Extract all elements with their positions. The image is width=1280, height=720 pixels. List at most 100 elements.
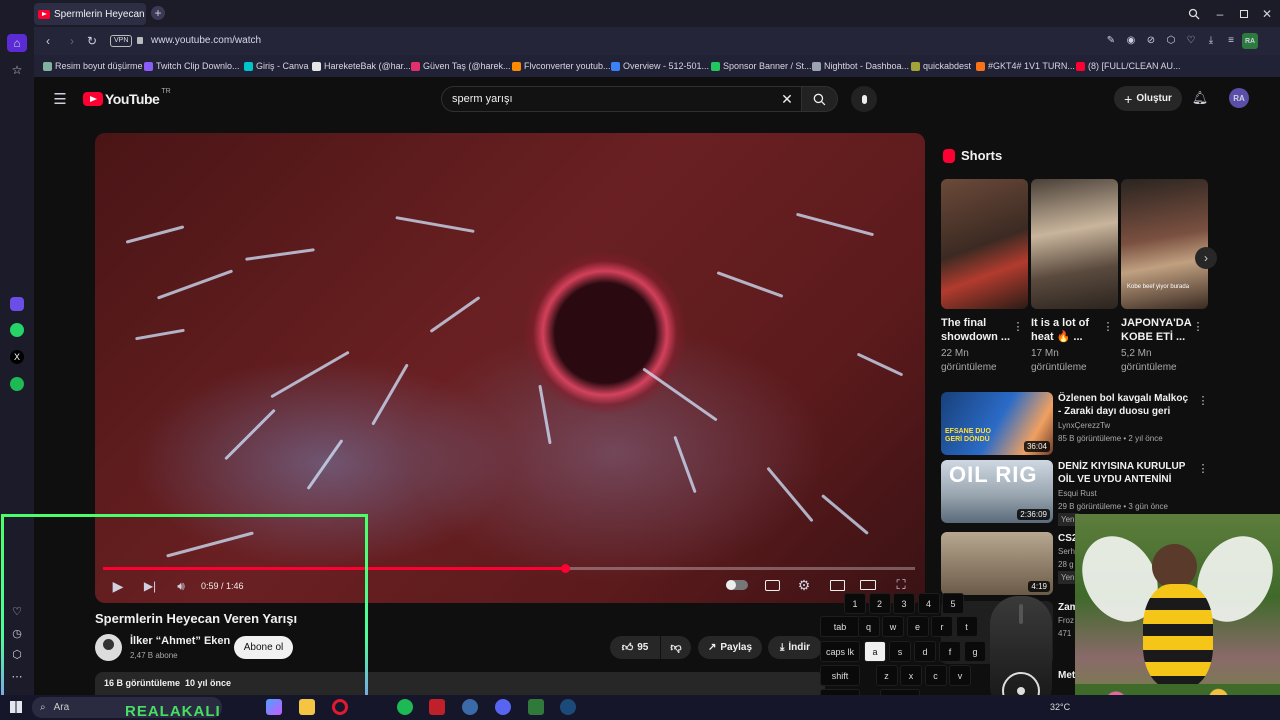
camera-icon[interactable]: ◉ bbox=[1124, 33, 1138, 47]
share-button[interactable]: ↗ Paylaş bbox=[698, 636, 762, 659]
bookmark-item[interactable]: Nightbot - Dashboa... bbox=[812, 59, 909, 73]
youtube-logo[interactable]: YouTube TR bbox=[83, 88, 171, 107]
bookmark-item[interactable]: Flvconverter youtub... bbox=[512, 59, 611, 73]
close-window-icon[interactable]: ✕ bbox=[1259, 6, 1275, 22]
discord-icon[interactable] bbox=[495, 699, 511, 715]
bookmark-item[interactable]: Giriş - Canva bbox=[244, 59, 309, 73]
bookmark-item[interactable]: Güven Taş (@harek... bbox=[411, 59, 511, 73]
heart-outline-icon[interactable]: ♡ bbox=[1184, 33, 1198, 47]
notifications-bell-icon[interactable]: 🔔︎ bbox=[1192, 90, 1209, 106]
short-menu-icon[interactable]: ⋮ bbox=[1013, 320, 1024, 333]
shield-icon[interactable]: ⊘ bbox=[1144, 33, 1158, 47]
recommendation-menu-icon[interactable]: ⋮ bbox=[1198, 462, 1209, 475]
bookmark-label: #GKT4# 1V1 TURN... bbox=[988, 61, 1075, 71]
steam-icon[interactable] bbox=[560, 699, 576, 715]
short-title[interactable]: It is a lot of heat 🔥 ... bbox=[1031, 316, 1103, 344]
opera-taskbar-icon[interactable] bbox=[332, 699, 348, 715]
short-menu-icon[interactable]: ⋮ bbox=[1193, 320, 1204, 333]
cube-outline-icon[interactable]: ⬡ bbox=[1164, 33, 1178, 47]
windows-start-icon[interactable] bbox=[10, 701, 22, 713]
clear-search-icon[interactable]: ✕ bbox=[779, 91, 795, 107]
profile-badge[interactable]: RA bbox=[1242, 33, 1258, 49]
bookmark-item[interactable]: Sponsor Banner / St... bbox=[711, 59, 812, 73]
create-button[interactable]: + Oluştur bbox=[1114, 86, 1182, 111]
download-button[interactable]: ⤓ İndir bbox=[768, 636, 822, 659]
short-views: 22 Mn görüntüleme bbox=[941, 348, 997, 373]
keyboard-key: s bbox=[889, 641, 911, 662]
recommendation-channel[interactable]: Froz bbox=[1058, 614, 1074, 627]
stream-overlay-text: REALAKALI bbox=[125, 703, 221, 720]
short-thumbnail[interactable]: Kobe beef yiyor burada bbox=[1121, 179, 1208, 309]
bookmark-favicon-icon bbox=[711, 61, 720, 71]
file-explorer-icon[interactable] bbox=[299, 699, 315, 715]
voice-search-button[interactable] bbox=[851, 86, 877, 112]
recommendation-channel[interactable]: LynxÇerezzTw bbox=[1058, 419, 1110, 432]
account-avatar[interactable]: RA bbox=[1229, 88, 1249, 108]
recommendation-channel[interactable]: Serh bbox=[1058, 545, 1075, 558]
download-icon[interactable]: ⤓ bbox=[1204, 33, 1218, 47]
browser-tab-active[interactable]: Spermlerin Heyecan Veren bbox=[34, 3, 146, 25]
bookmark-favicon-icon bbox=[512, 61, 521, 71]
settings-gear-icon[interactable]: ⚙ bbox=[796, 577, 812, 593]
maximize-window-icon[interactable] bbox=[1236, 6, 1252, 22]
hamburger-menu-icon[interactable]: ☰ bbox=[51, 90, 69, 108]
bookmark-item[interactable]: HareketeBak (@har... bbox=[312, 59, 411, 73]
recommendation-title[interactable]: Özlenen bol kavgalı Malkoç - Zaraki dayı… bbox=[1058, 392, 1190, 418]
keyboard-key: 4 bbox=[917, 593, 940, 614]
subtitles-button[interactable] bbox=[764, 578, 780, 592]
search-input[interactable]: sperm yarışı bbox=[441, 86, 802, 112]
bookmark-label: Sponsor Banner / St... bbox=[723, 61, 812, 71]
bookmark-item[interactable]: (8) [FULL/CLEAN AU... bbox=[1076, 59, 1181, 73]
video-thumbnail[interactable]: 4:19 bbox=[941, 532, 1053, 595]
bookmark-label: Nightbot - Dashboa... bbox=[824, 61, 910, 71]
bookmark-item[interactable]: Resim boyut düşürme bbox=[43, 59, 143, 73]
like-count: 95 bbox=[637, 642, 649, 653]
home-icon[interactable]: ⌂ bbox=[7, 34, 27, 52]
star-icon[interactable]: ☆ bbox=[7, 61, 27, 79]
menu-icon[interactable]: ≡ bbox=[1224, 33, 1238, 47]
short-title[interactable]: The final showdown ... bbox=[941, 316, 1013, 344]
bookmark-item[interactable]: quickabdest bbox=[911, 59, 971, 73]
short-menu-icon[interactable]: ⋮ bbox=[1103, 320, 1114, 333]
stream-app-icon[interactable] bbox=[429, 699, 445, 715]
dislike-button[interactable]: 👎︎ bbox=[661, 636, 691, 659]
reload-icon[interactable]: ↻ bbox=[84, 33, 100, 49]
vpn-badge[interactable]: VPN bbox=[110, 35, 133, 47]
bookmark-item[interactable]: Overview - 512-501... bbox=[611, 59, 709, 73]
plus-icon: + bbox=[1124, 90, 1133, 107]
forward-icon[interactable]: › bbox=[64, 33, 80, 49]
x-twitter-icon[interactable]: X bbox=[10, 350, 24, 364]
recommendation-menu-icon[interactable]: ⋮ bbox=[1198, 394, 1209, 407]
short-thumbnail[interactable] bbox=[1031, 179, 1118, 309]
short-title[interactable]: JAPONYA'DA KOBE ETİ ... bbox=[1121, 316, 1193, 344]
browser-tab-bar: Spermlerin Heyecan Veren + – ✕ bbox=[0, 0, 1280, 27]
aria-icon[interactable] bbox=[10, 297, 24, 311]
bookmark-item[interactable]: #GKT4# 1V1 TURN... bbox=[976, 59, 1075, 73]
search-button[interactable] bbox=[802, 86, 838, 112]
url-field[interactable]: www.youtube.com/watch bbox=[151, 35, 261, 46]
edit-icon[interactable]: ✎ bbox=[1104, 33, 1118, 47]
bookmark-label: Twitch Clip Downlo... bbox=[156, 61, 240, 71]
recommendation-channel[interactable]: Esqui Rust bbox=[1058, 487, 1097, 500]
new-tab-icon[interactable]: + bbox=[151, 6, 165, 20]
bookmark-label: (8) [FULL/CLEAN AU... bbox=[1088, 61, 1181, 71]
video-thumbnail[interactable]: OIL RIG 2:36:09 bbox=[941, 460, 1053, 523]
bookmark-item[interactable]: Twitch Clip Downlo... bbox=[144, 59, 240, 73]
recommendation-title[interactable]: DENİZ KIYISINA KURULUP OİL VE UYDU ANTEN… bbox=[1058, 460, 1190, 486]
app-icon[interactable] bbox=[462, 699, 478, 715]
spotify-taskbar-icon[interactable] bbox=[397, 699, 413, 715]
shorts-next-button[interactable]: › bbox=[1195, 247, 1217, 269]
back-icon[interactable]: ‹ bbox=[40, 33, 56, 49]
short-thumbnail[interactable] bbox=[941, 179, 1028, 309]
video-thumbnail[interactable]: EFSANE DUO GERİ DÖNDÜ 36:04 bbox=[941, 392, 1053, 455]
whatsapp-icon[interactable] bbox=[10, 323, 24, 337]
copilot-icon[interactable] bbox=[266, 699, 282, 715]
like-button[interactable]: 👍︎ 95 bbox=[610, 636, 660, 659]
shorts-header: Shorts bbox=[943, 148, 1002, 163]
spotify-icon[interactable] bbox=[10, 377, 24, 391]
tab-search-icon[interactable] bbox=[1186, 6, 1202, 22]
bee-avatar-overlay bbox=[1067, 514, 1280, 720]
autoplay-toggle[interactable] bbox=[726, 580, 748, 590]
minimize-window-icon[interactable]: – bbox=[1212, 6, 1228, 22]
notepad-icon[interactable] bbox=[528, 699, 544, 715]
